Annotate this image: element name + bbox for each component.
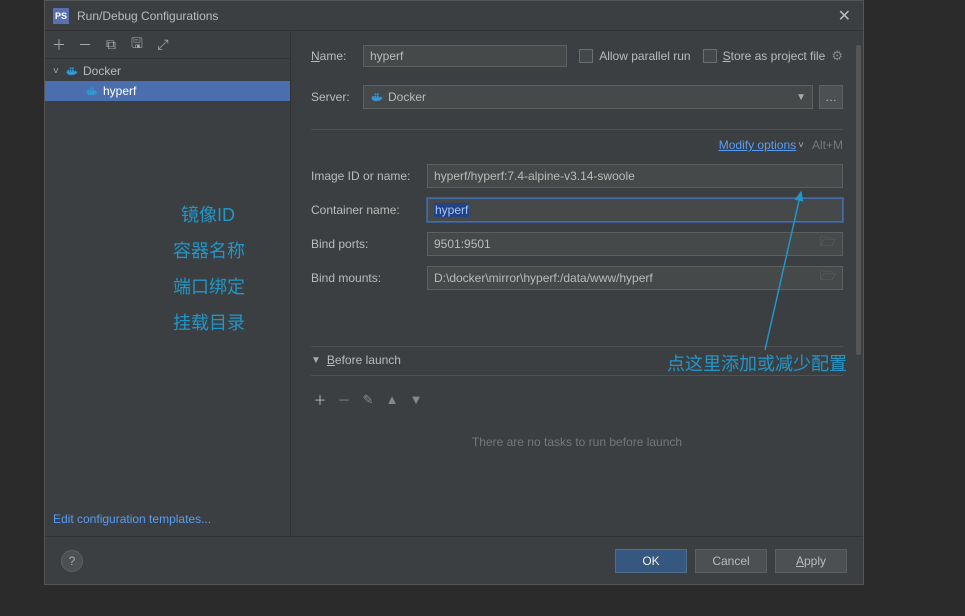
footer: ? OK Cancel Apply [45,536,863,584]
name-row: Name: Allow parallel run Store as projec… [311,45,843,67]
sidebar-toolbar: ＋ － ⧉ 🖫 ⤢ [45,31,290,59]
server-row: Server: Docker ▼ … [311,85,843,109]
titlebar: PS Run/Debug Configurations ✕ [45,1,863,31]
modify-shortcut: Alt+M [812,138,843,152]
bind-ports-input[interactable]: 9501:9501 🗁 [427,232,843,256]
container-name-label: Container name: [311,203,427,217]
server-value: Docker [388,90,426,104]
server-browse-button[interactable]: … [819,85,843,109]
scrollbar[interactable] [856,45,861,355]
before-launch-empty: There are no tasks to run before launch [311,415,843,479]
edit-templates-link-wrap: Edit configuration templates... [45,502,290,536]
image-id-field[interactable] [434,169,836,183]
tree-item-hyperf[interactable]: hyperf [45,81,290,101]
tree-item-docker[interactable]: ˅ Docker [45,61,290,81]
edit-icon[interactable]: ✎ [361,392,375,408]
add-icon[interactable]: ＋ [51,35,67,55]
docker-icon [65,64,79,78]
before-launch-toolbar: ＋ － ✎ ▲ ▼ [311,384,843,415]
modify-options-row: Modify options ˅ Alt+M [311,138,843,152]
bind-mounts-value: D:\docker\mirror\hyperf:/data/www/hyperf [434,271,653,285]
bind-mounts-label: Bind mounts: [311,271,427,285]
add-icon[interactable]: ＋ [313,390,327,409]
bind-mounts-row: Bind mounts: D:\docker\mirror\hyperf:/da… [311,266,843,290]
save-icon[interactable]: 🖫 [129,33,145,57]
folder-icon[interactable]: 🗁 [820,233,836,255]
app-icon: PS [53,8,69,24]
allow-parallel-checkbox[interactable]: Allow parallel run [579,49,690,63]
copy-icon[interactable]: ⧉ [103,36,119,53]
edit-templates-link[interactable]: Edit configuration templates... [53,512,211,526]
allow-parallel-label: Allow parallel run [599,49,690,63]
checkbox-box [703,49,717,63]
store-as-project-label: Store as project file [723,49,826,63]
before-launch-title: Before launch [327,353,401,367]
remove-icon[interactable]: － [337,390,351,409]
config-tree: ˅ Docker hyperf [45,59,290,502]
remove-icon[interactable]: － [77,35,93,55]
name-label: Name: [311,49,363,63]
store-as-project-checkbox[interactable]: Store as project file [703,49,826,63]
ok-button[interactable]: OK [615,549,687,573]
cancel-button[interactable]: Cancel [695,549,767,573]
chevron-down-icon: ▼ [311,355,321,366]
docker-icon [85,84,99,98]
bind-mounts-input[interactable]: D:\docker\mirror\hyperf:/data/www/hyperf… [427,266,843,290]
container-name-value: hyperf [434,203,469,217]
close-icon[interactable]: ✕ [834,6,855,26]
name-input[interactable] [363,45,567,67]
chevron-down-icon: ˅ [798,140,804,151]
image-id-label: Image ID or name: [311,169,427,183]
help-button[interactable]: ? [61,550,83,572]
tree-label-docker: Docker [83,64,121,78]
before-launch-section: ▼ Before launch ＋ － ✎ ▲ ▼ There are no t… [311,336,843,479]
server-select[interactable]: Docker ▼ [363,85,813,109]
content-panel: Name: Allow parallel run Store as projec… [291,31,863,536]
divider [311,375,843,376]
bind-ports-value: 9501:9501 [434,237,491,251]
checkbox-box [579,49,593,63]
divider [311,129,843,130]
bind-ports-label: Bind ports: [311,237,427,251]
container-name-row: Container name: hyperf [311,198,843,222]
run-debug-config-dialog: PS Run/Debug Configurations ✕ ＋ － ⧉ 🖫 ⤢ … [44,0,864,585]
chevron-down-icon: ▼ [796,92,806,103]
main-area: ＋ － ⧉ 🖫 ⤢ ˅ Docker hyperf Edit configura… [45,31,863,536]
image-id-input[interactable] [427,164,843,188]
before-launch-header[interactable]: ▼ Before launch [311,347,843,373]
container-name-input[interactable]: hyperf [427,198,843,222]
docker-icon [370,90,384,104]
modify-options-link[interactable]: Modify options [719,138,796,152]
image-id-row: Image ID or name: [311,164,843,188]
dialog-title: Run/Debug Configurations [77,9,834,23]
tree-label-hyperf: hyperf [103,84,136,98]
server-label: Server: [311,90,363,104]
up-icon[interactable]: ▲ [385,392,399,407]
folder-icon[interactable]: 🗁 [820,267,836,289]
down-icon[interactable]: ▼ [409,392,423,407]
bind-ports-row: Bind ports: 9501:9501 🗁 [311,232,843,256]
chevron-down-icon: ˅ [53,66,65,77]
expand-icon[interactable]: ⤢ [155,36,171,53]
sidebar: ＋ － ⧉ 🖫 ⤢ ˅ Docker hyperf Edit configura… [45,31,291,536]
gear-icon[interactable]: ⚙ [831,48,843,64]
apply-button[interactable]: Apply [775,549,847,573]
